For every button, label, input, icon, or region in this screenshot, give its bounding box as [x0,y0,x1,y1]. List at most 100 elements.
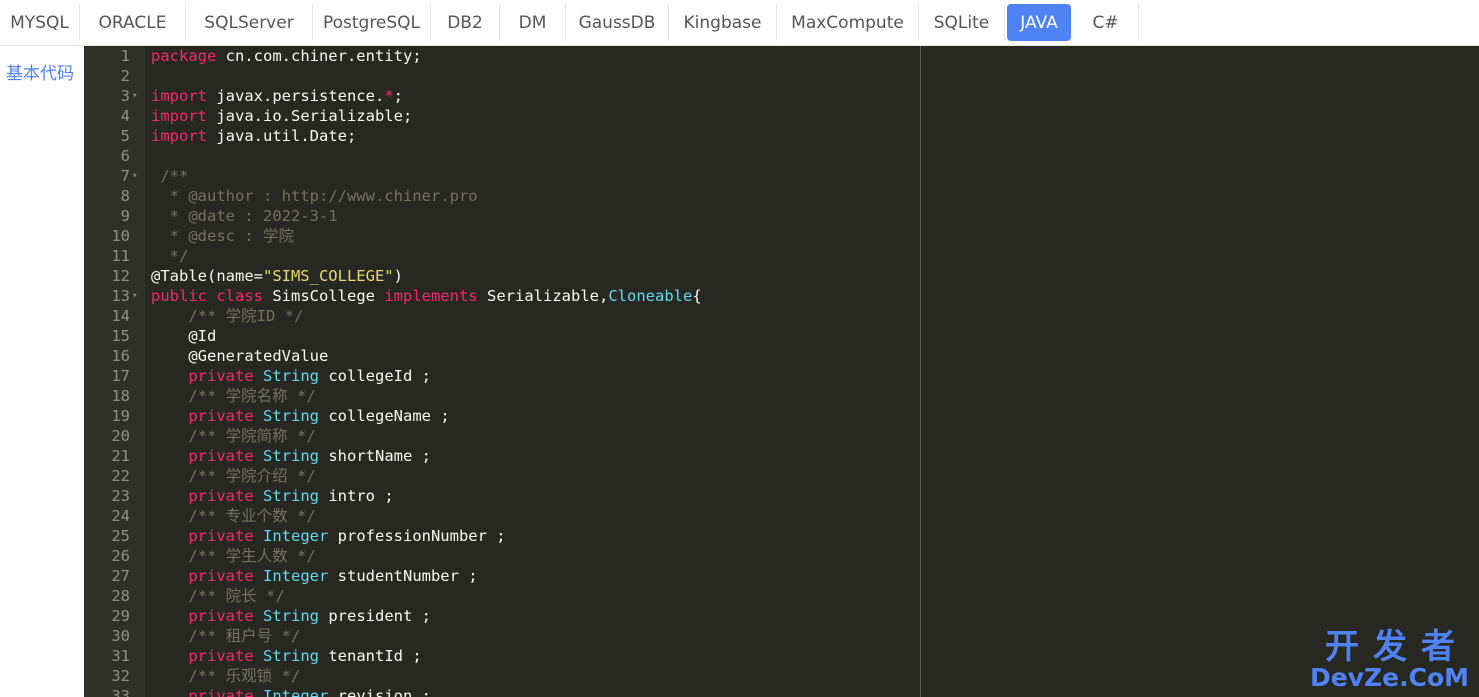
code-line: 20 /** 学院简称 */ [84,426,1479,446]
tab-oracle[interactable]: ORACLE [80,4,186,41]
code-token: collegeId ; [319,367,431,385]
line-number: 9 [120,207,130,225]
code-token: /** 学院介绍 */ [151,467,316,485]
code-token: @Id [151,327,217,345]
code-line: 6 [84,146,1479,166]
line-number: 16 [111,347,130,365]
code-token: ) [393,267,403,285]
tab-maxcompute[interactable]: MaxCompute [777,4,919,41]
code-token: java.io.Serializable; [207,107,413,125]
code-text: /** 乐观锁 */ [151,666,300,686]
code-line: 26 /** 学生人数 */ [84,546,1479,566]
code-line: 19 private String collegeName ; [84,406,1479,426]
fold-toggle-icon[interactable]: ▾ [132,286,137,306]
tab-gaussdb[interactable]: GaussDB [566,4,669,41]
code-text: public class SimsCollege implements Seri… [151,286,702,306]
code-text: @GeneratedValue [151,346,328,366]
code-text: /** [151,166,188,186]
code-token: package [151,47,217,65]
code-token: public [151,287,207,305]
code-token: String [263,367,319,385]
code-line: 15 @Id [84,326,1479,346]
tab-java[interactable]: JAVA [1007,4,1071,41]
code-editor[interactable]: 1 package cn.com.chiner.entity; 2 3 ▾ import … [84,46,1479,697]
code-line: 21 private String shortName ; [84,446,1479,466]
line-number: 18 [111,387,130,405]
code-text: private String intro ; [151,486,394,506]
code-text: /** 专业个数 */ [151,506,316,526]
code-token: intro ; [319,487,394,505]
code-line: 3 ▾ import javax.persistence.*; [84,86,1479,106]
code-token: String [263,407,319,425]
sidebar: 基本代码 [0,46,84,697]
code-token: * @desc : 学院 [151,227,294,245]
code-text: /** 租户号 */ [151,626,300,646]
code-line: 22 /** 学院介绍 */ [84,466,1479,486]
code-line: 27 private Integer studentNumber ; [84,566,1479,586]
line-number: 32 [111,667,130,685]
code-token: /** 学生人数 */ [151,547,316,565]
line-number: 5 [120,127,130,145]
line-number: 15 [111,327,130,345]
line-number: 12 [111,267,130,285]
tab-csharp[interactable]: C# [1073,4,1139,41]
line-number: 26 [111,547,130,565]
tab-dm[interactable]: DM [500,4,566,41]
fold-toggle-icon[interactable]: ▾ [132,86,137,106]
code-token: ; [393,87,403,105]
line-number: 23 [111,487,130,505]
tab-sqlite[interactable]: SQLite [919,4,1005,41]
code-line: 18 /** 学院名称 */ [84,386,1479,406]
code-line: 2 [84,66,1479,86]
code-token: /** 专业个数 */ [151,507,316,525]
tab-postgresql[interactable]: PostgreSQL [313,4,431,41]
code-token: /** 学院名称 */ [151,387,316,405]
code-line: 28 /** 院长 */ [84,586,1479,606]
code-text: package cn.com.chiner.entity; [151,46,422,66]
code-token: private [188,447,254,465]
code-line: 13 ▾ public class SimsCollege implements S… [84,286,1479,306]
line-number: 14 [111,307,130,325]
code-line: 8 * @author : http://www.chiner.pro [84,186,1479,206]
code-token: professionNumber ; [328,527,506,545]
code-token: shortName ; [319,447,431,465]
line-number: 20 [111,427,130,445]
line-number: 29 [111,607,130,625]
code-text: /** 学院简称 */ [151,426,315,446]
code-token: tenantId ; [319,647,422,665]
line-number: 7 [120,167,130,185]
code-line: 30 /** 租户号 */ [84,626,1479,646]
code-line: 5 import java.util.Date; [84,126,1479,146]
code-text: private String collegeName ; [151,406,449,426]
code-line: 4 import java.io.Serializable; [84,106,1479,126]
code-token: private [188,367,254,385]
code-token: implements [384,287,478,305]
tab-db2[interactable]: DB2 [431,4,500,41]
code-token: String [263,607,319,625]
code-text: /** 学院名称 */ [151,386,316,406]
code-token: Cloneable [608,287,693,305]
code-text: /** 学生人数 */ [151,546,316,566]
code-token: class [216,287,264,305]
tab-kingbase[interactable]: Kingbase [669,4,777,41]
code-text: private String collegeId ; [151,366,431,386]
sidebar-item-basic-code[interactable]: 基本代码 [6,59,74,84]
code-text: private Integer revision ; [151,686,431,697]
line-number: 24 [111,507,130,525]
code-line: 14 /** 学院ID */ [84,306,1479,326]
tab-sqlserver[interactable]: SQLServer [186,4,313,41]
fold-toggle-icon[interactable]: ▾ [132,166,137,186]
code-token: Integer [263,567,329,585]
code-token: */ [151,247,189,265]
tab-mysql[interactable]: MYSQL [0,4,80,41]
code-line: 31 private String tenantId ; [84,646,1479,666]
line-number: 10 [111,227,130,245]
